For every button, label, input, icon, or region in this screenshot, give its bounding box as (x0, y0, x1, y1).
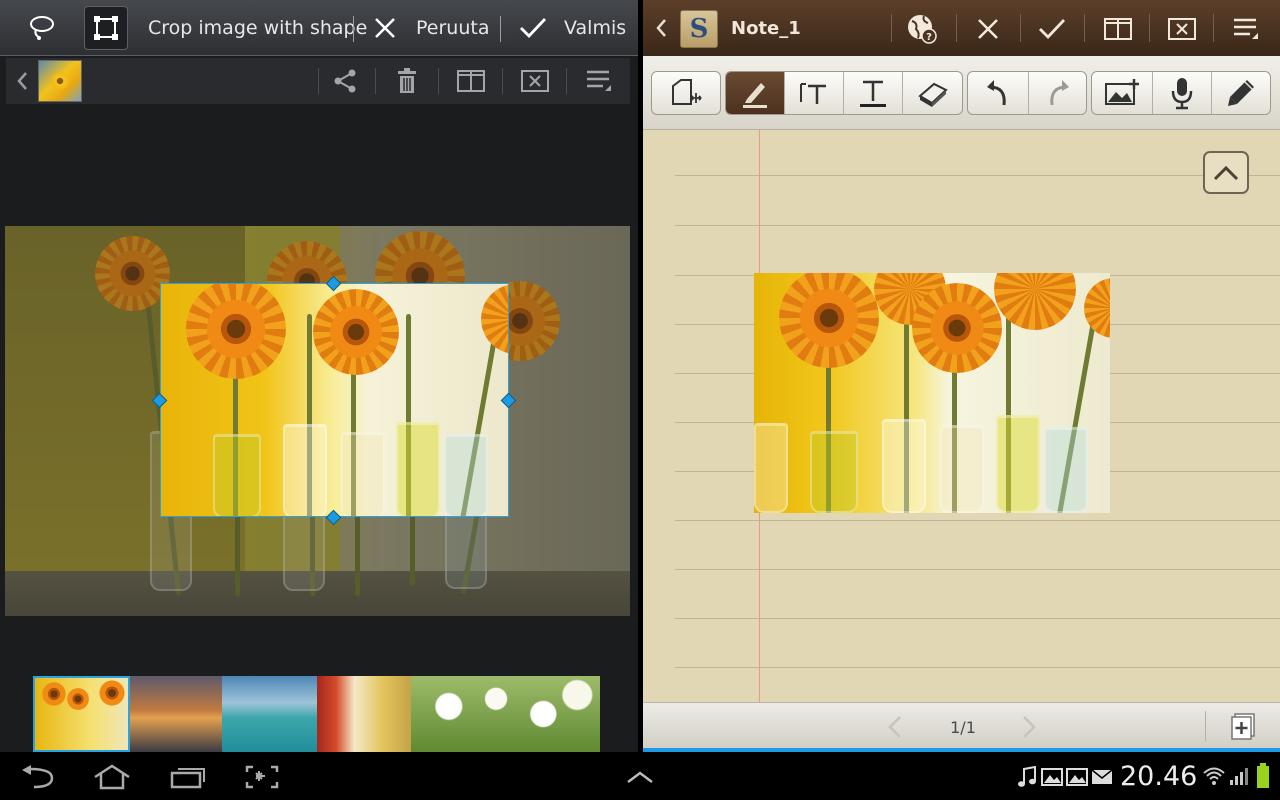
inserted-image[interactable] (754, 273, 1110, 513)
eraser-icon[interactable] (902, 72, 962, 114)
insert-tool-group (1091, 71, 1271, 115)
note-title: Note_1 (731, 18, 801, 39)
select-move-icon[interactable] (652, 72, 720, 114)
home-icon[interactable] (90, 762, 134, 792)
mode-title: Crop image with shape (148, 17, 368, 39)
split-view-icon[interactable] (1101, 14, 1135, 44)
cancel-button[interactable]: Peruuta (366, 6, 492, 50)
menu-icon[interactable] (1229, 14, 1263, 44)
lasso-button[interactable] (10, 6, 74, 50)
brush-icon[interactable] (1211, 72, 1270, 114)
undo-icon[interactable] (968, 72, 1028, 114)
writing-tool-group (725, 71, 963, 115)
crop-toolbar: Crop image with shape Peruuta Valmis (0, 0, 638, 56)
svg-text:?: ? (926, 32, 932, 43)
next-page-icon[interactable] (1015, 713, 1043, 741)
microphone-icon[interactable] (1152, 72, 1211, 114)
check-icon[interactable] (1035, 14, 1069, 44)
crop-rectangle-icon (93, 15, 119, 41)
done-label: Valmis (564, 17, 627, 39)
close-box-icon[interactable] (1165, 14, 1199, 44)
text-icon[interactable] (843, 72, 902, 114)
image-editor-panel: Crop image with shape Peruuta Valmis (0, 0, 638, 752)
music-icon (1016, 765, 1038, 789)
back-chevron-icon[interactable] (12, 68, 32, 94)
trash-icon[interactable] (390, 66, 424, 96)
gallery-icon (1040, 766, 1064, 788)
split-view-icon[interactable] (454, 66, 488, 96)
insert-image-icon[interactable] (1092, 72, 1152, 114)
clock: 20.46 (1120, 761, 1198, 792)
thumbnail-tulips[interactable] (411, 676, 600, 752)
thumbnail-sunset[interactable] (130, 676, 222, 752)
back-icon[interactable] (18, 762, 58, 792)
back-chevron-icon[interactable] (651, 14, 671, 42)
signal-icon (1228, 764, 1250, 788)
recent-apps-icon[interactable] (168, 762, 208, 792)
wifi-icon (1202, 764, 1226, 788)
lasso-icon (27, 13, 57, 43)
thumbnail-sunflowers[interactable] (33, 676, 130, 752)
check-icon (518, 15, 548, 41)
chevron-up-icon[interactable] (620, 764, 660, 790)
redo-icon[interactable] (1028, 72, 1086, 114)
s-note-logo: S (680, 10, 718, 48)
s-note-panel: S Note_1 ? 1/1 (643, 0, 1280, 752)
screenshot-icon[interactable] (242, 762, 282, 792)
share-icon[interactable] (328, 66, 362, 96)
menu-icon[interactable] (582, 66, 616, 96)
collapse-toolbar-button[interactable] (1203, 151, 1249, 194)
done-button[interactable]: Valmis (512, 6, 634, 50)
text-box-icon[interactable] (784, 72, 843, 114)
pen-icon[interactable] (726, 72, 784, 114)
close-box-icon[interactable] (518, 66, 552, 96)
note-toolbar (643, 56, 1280, 130)
page-indicator: 1/1 (950, 718, 976, 737)
add-page-icon[interactable] (1228, 712, 1258, 742)
thumbnail-beach[interactable] (222, 676, 317, 752)
crop-shape-button[interactable] (84, 6, 128, 50)
battery-icon (1254, 762, 1272, 790)
select-tool-group (651, 71, 721, 115)
globe-help-icon[interactable]: ? (905, 12, 939, 46)
gallery-icon (1065, 766, 1089, 788)
email-icon (1090, 766, 1114, 788)
system-navigation-bar: 20.46 (0, 752, 1280, 800)
cancel-label: Peruuta (416, 17, 490, 39)
chevron-up-icon (1212, 164, 1240, 182)
close-icon[interactable] (971, 14, 1005, 44)
image-actions-bar (6, 58, 630, 104)
previous-page-icon[interactable] (881, 713, 909, 741)
thumbnail-vases[interactable] (317, 676, 411, 752)
crop-selection-box[interactable] (160, 283, 509, 517)
current-image-thumbnail[interactable] (38, 60, 82, 102)
note-header: S Note_1 ? (643, 0, 1280, 56)
page-navigation-bar: 1/1 (643, 702, 1280, 748)
close-icon (372, 15, 398, 41)
history-tool-group (967, 71, 1087, 115)
